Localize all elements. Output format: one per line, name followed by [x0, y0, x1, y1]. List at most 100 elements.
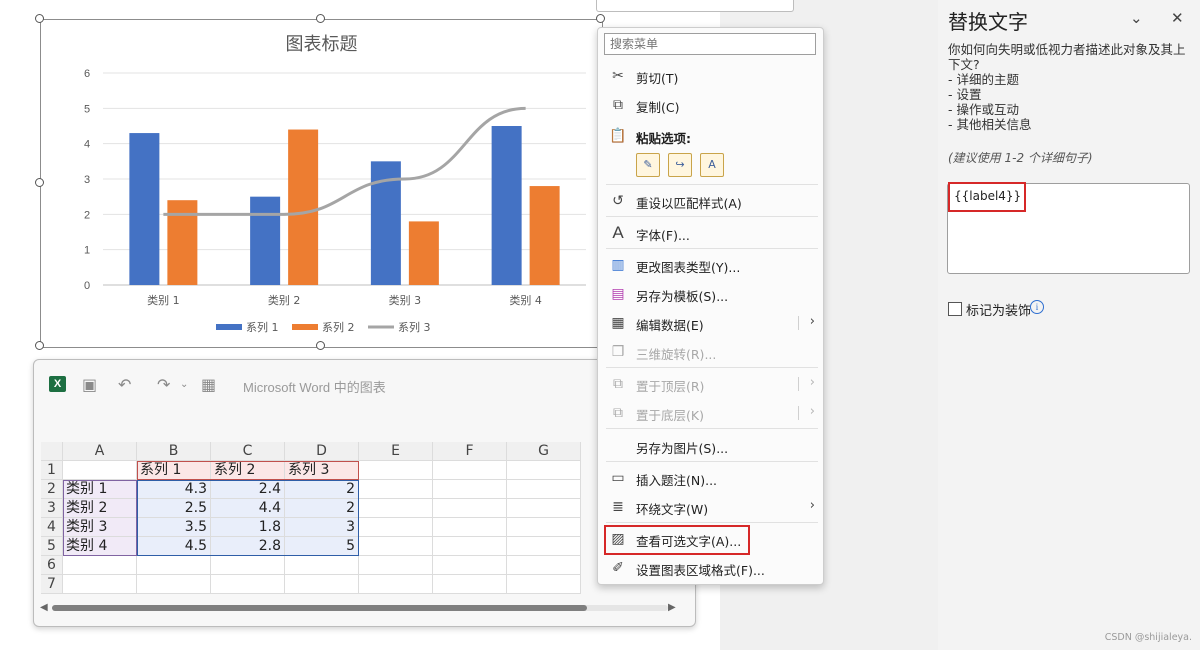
table-cell[interactable] [359, 518, 433, 537]
table-cell[interactable] [433, 461, 507, 480]
menu-item-format-chart-area[interactable]: ✐ 设置图表区域格式(F)... [598, 554, 823, 582]
chevron-right-icon[interactable]: › [810, 404, 815, 419]
menu-item-reset-style[interactable]: ↺ 重设以匹配样式(A) [598, 187, 823, 215]
menu-item-save-as-template[interactable]: ▤ 另存为模板(S)... [598, 280, 823, 308]
chevron-right-icon[interactable]: › [810, 375, 815, 390]
table-cell[interactable] [359, 461, 433, 480]
row-header[interactable]: 1 [41, 461, 63, 480]
table-cell[interactable] [211, 575, 285, 594]
table-cell[interactable] [507, 499, 581, 518]
menu-item-insert-caption[interactable]: ▭ 插入题注(N)... [598, 464, 823, 492]
menu-item-edit-data[interactable]: ▦ 编辑数据(E) › [598, 309, 823, 337]
menu-search-input[interactable] [604, 33, 816, 55]
column-header[interactable]: E [359, 442, 433, 461]
table-cell[interactable] [63, 461, 137, 480]
scroll-thumb[interactable] [52, 605, 587, 611]
menu-item-wrap-text[interactable]: ≣ 环绕文字(W) › [598, 493, 823, 521]
table-cell[interactable] [359, 556, 433, 575]
edit-data-icon[interactable]: ▦ [201, 375, 216, 394]
bullet-item: - 其他相关信息 [948, 117, 1032, 132]
table-cell[interactable] [359, 480, 433, 499]
highlight-view-alt-text [604, 525, 750, 555]
paste-picture-icon[interactable]: ↪ [668, 153, 692, 177]
menu-item-font[interactable]: A 字体(F)... [598, 219, 823, 247]
horizontal-scrollbar[interactable]: ◀ ▶ [40, 600, 681, 616]
undo-icon[interactable]: ↶ [118, 375, 131, 394]
paste-keep-formatting-icon[interactable]: ✎ [636, 153, 660, 177]
row-header[interactable]: 3 [41, 499, 63, 518]
column-header[interactable]: D [285, 442, 359, 461]
resize-handle-top-right[interactable] [596, 14, 605, 23]
caption-icon: ▭ [611, 470, 625, 486]
row-header[interactable]: 7 [41, 575, 63, 594]
chart-area[interactable]: 图表标题 0 1 2 3 4 5 6 类别 1 类别 2 类别 3 类别 4 系列 1 系列 2 系列 3 [40, 19, 603, 348]
table-cell[interactable] [63, 575, 137, 594]
menu-item-label: 更改图表类型(Y)... [636, 260, 741, 275]
menu-item-cut[interactable]: ✂ 剪切(T) [598, 62, 823, 90]
resize-handle-bottom[interactable] [316, 341, 325, 350]
paste-text-only-icon[interactable]: A [700, 153, 724, 177]
table-cell[interactable] [433, 575, 507, 594]
table-cell[interactable] [433, 518, 507, 537]
menu-item-label: 环绕文字(W) [636, 502, 709, 517]
resize-handle-top-left[interactable] [35, 14, 44, 23]
wrap-text-icon: ≣ [612, 499, 624, 515]
menu-item-send-to-back[interactable]: ⧉ 置于底层(K) › [598, 399, 823, 427]
table-cell[interactable] [433, 480, 507, 499]
menu-item-3d-rotation[interactable]: ❒ 三维旋转(R)... [598, 338, 823, 366]
column-header[interactable]: B [137, 442, 211, 461]
decorative-checkbox[interactable] [948, 302, 962, 316]
table-cell[interactable] [137, 556, 211, 575]
scroll-right-icon[interactable]: ▶ [668, 600, 676, 616]
decorative-label[interactable]: 标记为装饰 [966, 300, 1031, 319]
line-series-系列 3 [163, 106, 526, 216]
category-range-outline [63, 480, 137, 556]
table-cell[interactable] [63, 556, 137, 575]
chevron-right-icon[interactable]: › [810, 498, 815, 513]
table-cell[interactable] [507, 537, 581, 556]
resize-handle-bottom-left[interactable] [35, 341, 44, 350]
menu-item-save-as-picture[interactable]: 另存为图片(S)... [598, 432, 823, 460]
menu-item-change-chart-type[interactable]: ▥ 更改图表类型(Y)... [598, 251, 823, 279]
select-all-corner[interactable] [41, 442, 63, 461]
save-icon[interactable]: ▣ [82, 375, 97, 394]
table-cell[interactable] [285, 575, 359, 594]
x-tick-label: 类别 3 [389, 293, 422, 307]
column-header[interactable]: C [211, 442, 285, 461]
resize-handle-left[interactable] [35, 178, 44, 187]
table-cell[interactable] [433, 499, 507, 518]
column-header[interactable]: F [433, 442, 507, 461]
row-header[interactable]: 2 [41, 480, 63, 499]
close-icon[interactable]: ✕ [1171, 9, 1184, 27]
table-cell[interactable] [137, 575, 211, 594]
table-cell[interactable] [433, 537, 507, 556]
table-cell[interactable] [359, 499, 433, 518]
table-cell[interactable] [359, 537, 433, 556]
redo-icon[interactable]: ↷ [157, 375, 170, 394]
table-cell[interactable] [507, 575, 581, 594]
info-icon[interactable]: i [1030, 300, 1044, 314]
menu-divider [606, 216, 818, 217]
chevron-right-icon[interactable]: › [810, 314, 815, 329]
chevron-down-icon[interactable]: ⌄ [1130, 9, 1143, 27]
table-cell[interactable] [507, 480, 581, 499]
menu-divider [606, 522, 818, 523]
menu-item-copy[interactable]: ⧉ 复制(C) [598, 91, 823, 119]
scroll-left-icon[interactable]: ◀ [40, 600, 48, 616]
column-header[interactable]: A [63, 442, 137, 461]
table-cell[interactable] [507, 461, 581, 480]
table-cell[interactable] [211, 556, 285, 575]
row-header[interactable]: 5 [41, 537, 63, 556]
menu-item-bring-to-front[interactable]: ⧉ 置于顶层(R) › [598, 370, 823, 398]
table-cell[interactable] [285, 556, 359, 575]
column-header[interactable]: G [507, 442, 581, 461]
table-cell[interactable] [359, 575, 433, 594]
row-header[interactable]: 4 [41, 518, 63, 537]
row-header[interactable]: 6 [41, 556, 63, 575]
redo-dropdown-icon[interactable]: ⌄ [180, 379, 188, 390]
submenu-divider [798, 377, 799, 391]
resize-handle-top[interactable] [316, 14, 325, 23]
table-cell[interactable] [507, 556, 581, 575]
table-cell[interactable] [433, 556, 507, 575]
table-cell[interactable] [507, 518, 581, 537]
